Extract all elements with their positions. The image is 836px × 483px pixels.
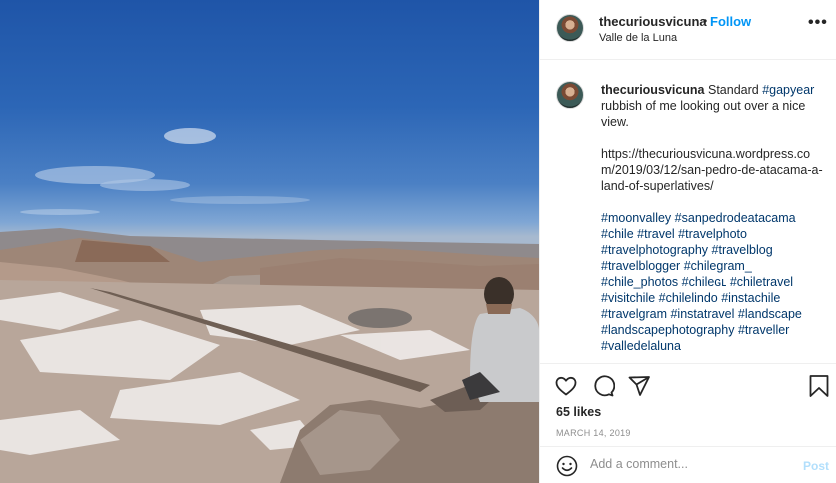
avatar[interactable] [556, 14, 584, 42]
bookmark-icon[interactable] [808, 374, 830, 403]
hashtag-link[interactable]: #chilelindo [659, 291, 718, 305]
post-date[interactable]: MARCH 14, 2019 [556, 428, 631, 438]
hashtag-link[interactable]: #chileɢʟ [682, 275, 727, 289]
hashtag-link[interactable]: #sanpedrodeatacama [675, 211, 796, 225]
hashtag-link[interactable]: #travelblogger [601, 259, 680, 273]
comment-input[interactable] [590, 457, 790, 471]
caption-area: thecuriousvicuna Standard #gapyear rubbi… [540, 61, 836, 363]
more-icon[interactable]: ••• [808, 14, 828, 32]
hashtag-link[interactable]: #landscape [738, 307, 802, 321]
comment-bar: Post [540, 446, 836, 483]
hashtag-link[interactable]: #landscapephotography [601, 323, 734, 337]
hashtag-link[interactable]: #travelphotography [601, 243, 708, 257]
comment-icon[interactable] [591, 374, 616, 403]
hashtag-link[interactable]: #travel [637, 227, 675, 241]
hashtag-link[interactable]: #visitchile [601, 291, 655, 305]
location-link[interactable]: Valle de la Luna [599, 32, 677, 44]
hashtag-link[interactable]: #chilegram_ [684, 259, 752, 273]
hashtag-link[interactable]: #traveller [738, 323, 789, 337]
post-header: thecuriousvicuna • Follow Valle de la Lu… [540, 0, 836, 60]
caption-text: thecuriousvicuna Standard #gapyear rubbi… [601, 82, 823, 354]
hashtag-link[interactable]: #travelgram [601, 307, 667, 321]
hashtag-link[interactable]: #moonvalley [601, 211, 671, 225]
post-photo[interactable] [0, 0, 539, 483]
hashtag-link[interactable]: #valledelaluna [601, 339, 681, 353]
landscape-photo [0, 128, 539, 483]
hashtag-link[interactable]: #travelphoto [678, 227, 747, 241]
hashtag-link[interactable]: #instatravel [670, 307, 734, 321]
post-detail-panel: thecuriousvicuna • Follow Valle de la Lu… [539, 0, 836, 483]
caption-text-before: Standard [707, 83, 763, 97]
hashtag-link[interactable]: #chiletravel [730, 275, 793, 289]
emoji-icon[interactable] [556, 455, 578, 482]
separator-dot: • [703, 14, 708, 28]
caption-url: https://thecuriousvicuna.wordpress.com/2… [601, 147, 823, 193]
hashtag-link[interactable]: #chile [601, 227, 634, 241]
hashtag-link[interactable]: #instachile [721, 291, 780, 305]
likes-count[interactable]: 65 likes [556, 405, 601, 419]
heart-icon[interactable] [554, 374, 578, 403]
caption-username[interactable]: thecuriousvicuna [601, 83, 705, 97]
hashtag-link[interactable]: #travelblog [712, 243, 773, 257]
hashtag-link[interactable]: #gapyear [762, 83, 814, 97]
hashtag-link[interactable]: #chile_photos [601, 275, 678, 289]
hashtag-list: #moonvalley #sanpedrodeatacama #chile #t… [601, 210, 823, 354]
header-username[interactable]: thecuriousvicuna [599, 14, 707, 29]
caption-text-after: rubbish of me looking out over a nice vi… [601, 99, 806, 129]
follow-button[interactable]: Follow [710, 14, 751, 29]
paper-plane-icon[interactable] [627, 374, 651, 403]
post-comment-button[interactable]: Post [803, 459, 829, 473]
caption-avatar[interactable] [556, 81, 584, 109]
